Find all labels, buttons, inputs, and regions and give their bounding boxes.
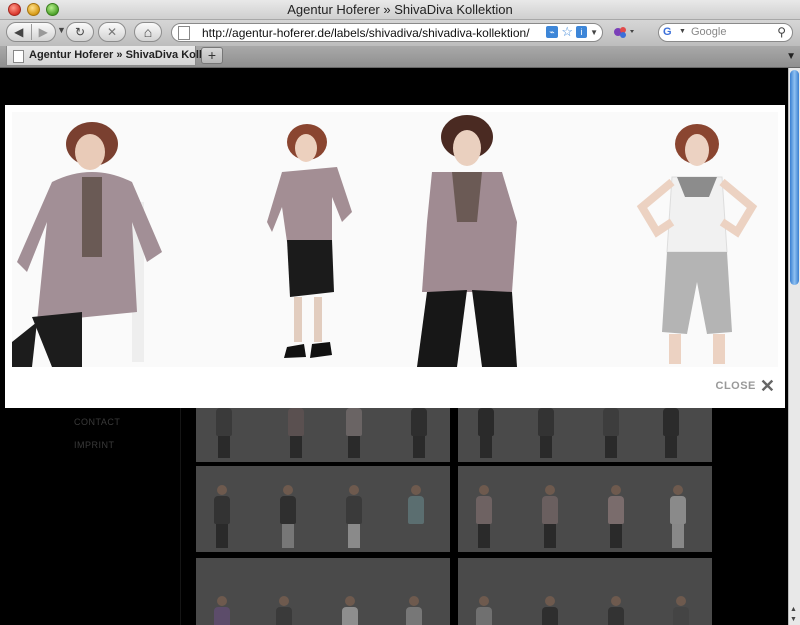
model-figure bbox=[636, 124, 758, 364]
thumbnail-panel[interactable] bbox=[196, 558, 450, 625]
thumbnail-panel[interactable] bbox=[196, 408, 450, 462]
home-icon: ⌂ bbox=[143, 24, 153, 40]
page-content: CONTACT IMPRINT CLOSE ✕ bbox=[0, 68, 788, 625]
info-icon[interactable]: i bbox=[576, 26, 587, 38]
scrollbar-thumb[interactable] bbox=[790, 70, 799, 285]
search-placeholder: Google bbox=[691, 26, 727, 38]
forward-icon[interactable]: ▶ bbox=[32, 25, 56, 39]
close-label: CLOSE bbox=[715, 380, 756, 392]
model-figure bbox=[12, 122, 162, 367]
bookmark-star-icon[interactable]: ☆ bbox=[561, 24, 573, 40]
window-titlebar: Agentur Hoferer » ShivaDiva Kollektion bbox=[0, 0, 800, 20]
browser-toolbar: ◀ ▶ ▼ ↻ ✕ ⌂ http://agentur-hoferer.de/la… bbox=[0, 20, 800, 46]
google-icon[interactable]: G bbox=[663, 26, 677, 39]
address-bar[interactable]: http://agentur-hoferer.de/labels/shivadi… bbox=[171, 23, 603, 42]
stop-button[interactable]: ✕ bbox=[98, 22, 126, 42]
url-text[interactable]: http://agentur-hoferer.de/labels/shivadi… bbox=[202, 26, 530, 40]
sidebar-divider bbox=[180, 398, 181, 625]
search-engine-dropdown-icon[interactable]: ▼ bbox=[679, 28, 686, 35]
new-tab-button[interactable]: + bbox=[201, 47, 223, 64]
lightbox-close-button[interactable]: CLOSE ✕ bbox=[715, 376, 776, 396]
stop-icon: ✕ bbox=[106, 25, 118, 39]
tab-active[interactable]: Agentur Hoferer » ShivaDiva Kolle... bbox=[6, 46, 217, 66]
window-title: Agentur Hoferer » ShivaDiva Kollektion bbox=[287, 2, 513, 17]
tab-label: Agentur Hoferer » ShivaDiva Kolle... bbox=[29, 49, 218, 61]
thumbnail-panel[interactable] bbox=[196, 466, 450, 552]
nav-contact-link[interactable]: CONTACT bbox=[74, 417, 120, 427]
close-icon: ✕ bbox=[759, 376, 775, 396]
search-field[interactable]: G ▼ Google ⚲ bbox=[658, 23, 793, 42]
thumbnail-panel[interactable] bbox=[458, 558, 712, 625]
addon-icon[interactable] bbox=[612, 24, 638, 41]
home-button[interactable]: ⌂ bbox=[134, 22, 162, 42]
lightbox-photo bbox=[12, 112, 778, 367]
url-dropdown-icon[interactable]: ▼ bbox=[590, 28, 598, 37]
thumbnail-panel[interactable] bbox=[458, 466, 712, 552]
back-icon[interactable]: ◀ bbox=[7, 25, 31, 39]
tab-page-icon bbox=[13, 50, 24, 63]
reload-button[interactable]: ↻ bbox=[66, 22, 94, 42]
rss-icon[interactable]: ⌁ bbox=[546, 26, 558, 38]
history-dropdown-icon[interactable]: ▼ bbox=[57, 25, 66, 35]
model-figure bbox=[417, 115, 517, 367]
model-figure bbox=[267, 124, 352, 358]
page-icon bbox=[178, 26, 190, 40]
back-forward-buttons: ◀ ▶ bbox=[6, 22, 56, 42]
reload-icon: ↻ bbox=[74, 25, 86, 39]
scroll-up-arrow-icon[interactable]: ▲ bbox=[790, 606, 797, 613]
thumbnail-panel[interactable] bbox=[458, 408, 712, 462]
scroll-down-arrow-icon[interactable]: ▼ bbox=[790, 616, 797, 623]
tab-strip: Agentur Hoferer » ShivaDiva Kolle... + ▼ bbox=[0, 46, 800, 68]
lightbox-modal: CLOSE ✕ bbox=[5, 105, 785, 408]
nav-imprint-link[interactable]: IMPRINT bbox=[74, 440, 115, 450]
search-icon[interactable]: ⚲ bbox=[777, 25, 786, 39]
tab-list-icon[interactable]: ▼ bbox=[786, 51, 796, 62]
vertical-scrollbar[interactable]: ▲ ▼ bbox=[788, 68, 800, 625]
